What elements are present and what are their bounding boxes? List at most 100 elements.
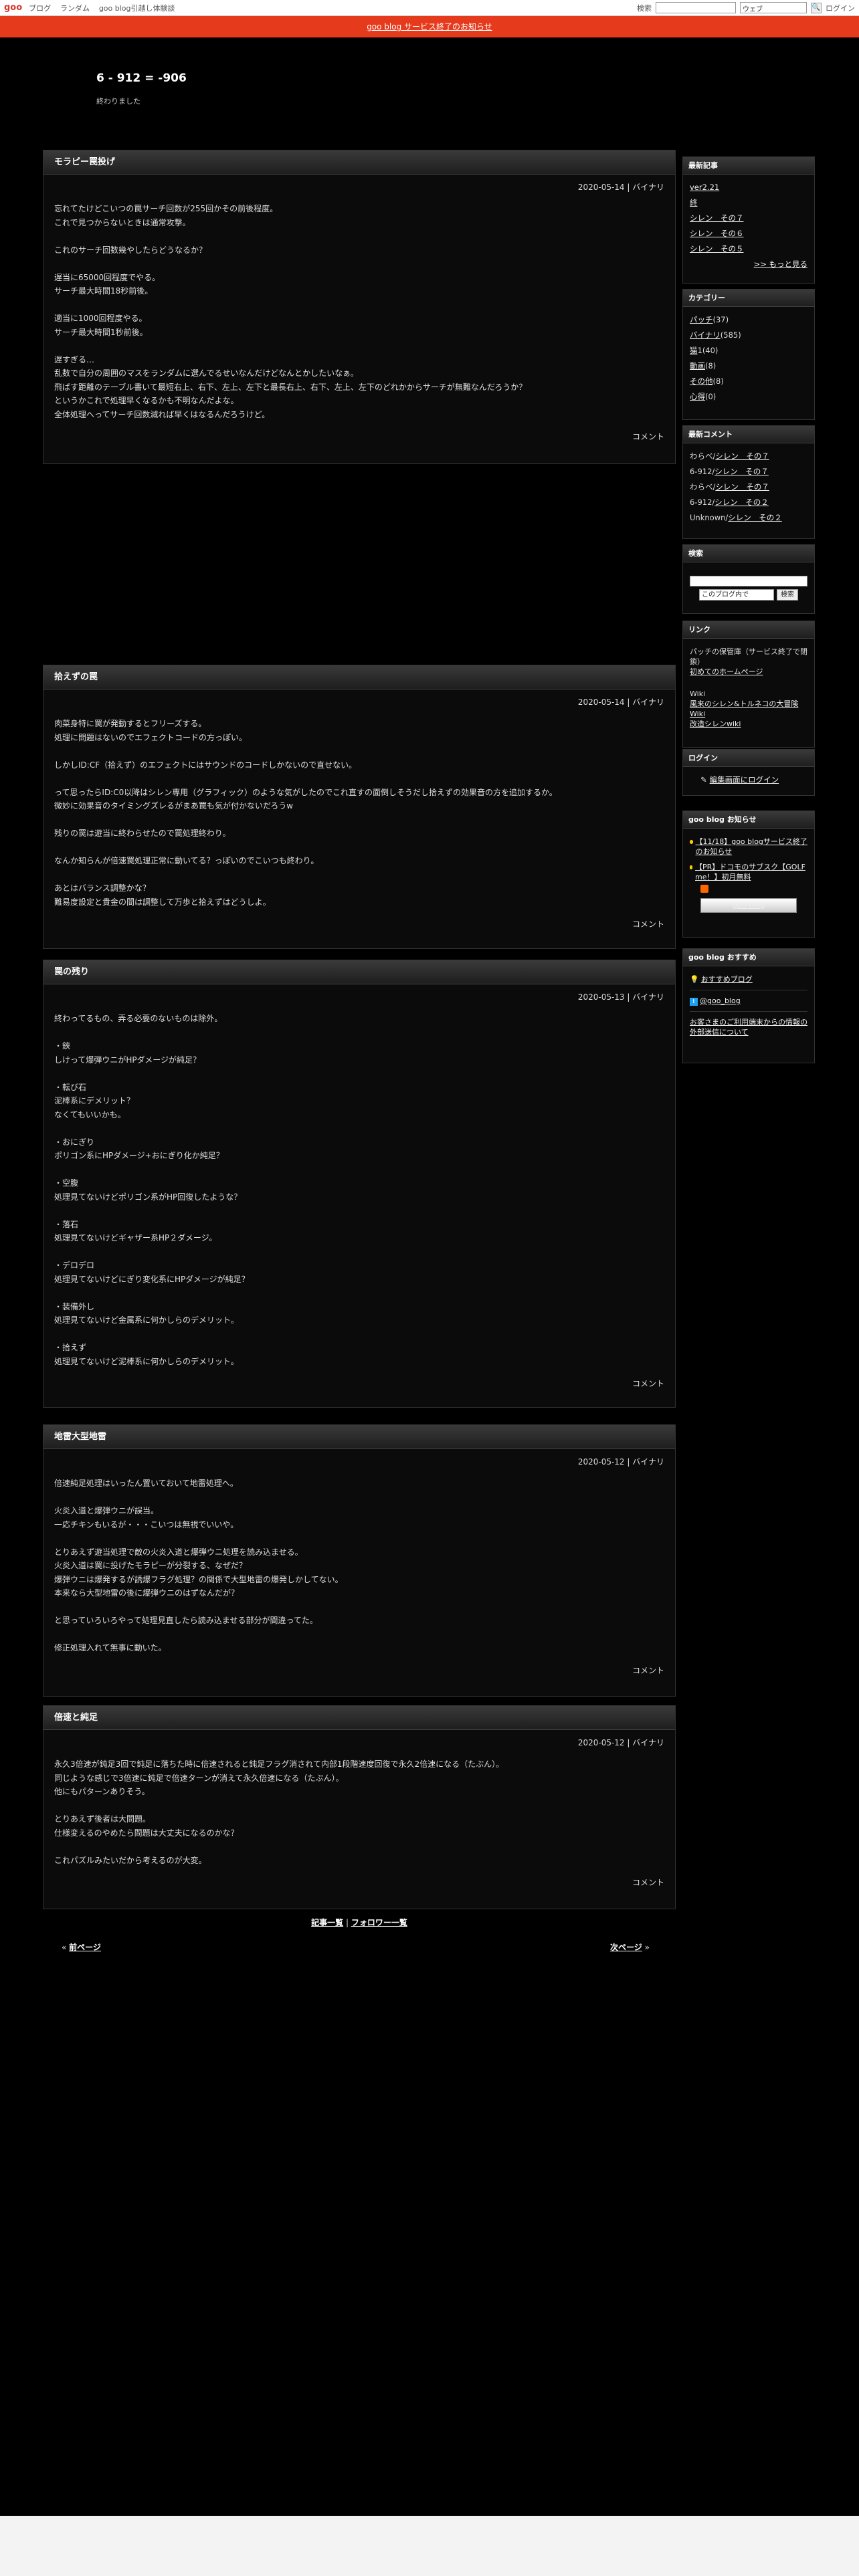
entry-body: 倍速純足処理はいったん置いておいて地雷処理へ。 火炎入道と爆弾ウニが誤当。 一応… (54, 1479, 343, 1652)
top-search-input[interactable] (656, 2, 736, 13)
twitter-link[interactable]: @goo_blog (700, 996, 741, 1005)
category-link[interactable]: その他 (690, 377, 713, 386)
top-link-migration[interactable]: goo blog引越し体験談 (99, 4, 175, 13)
mod-wiki-link[interactable]: 改造シレンwiki (690, 720, 741, 728)
article-list-link[interactable]: 記事一覧 (311, 1918, 343, 1927)
entry-comment-link[interactable]: コメント (43, 1368, 675, 1398)
search-button[interactable]: 検索 (777, 589, 798, 601)
top-link-blog[interactable]: ブログ (29, 4, 51, 13)
recent-article-link[interactable]: ver2.21 (690, 183, 719, 192)
bullet-icon (690, 840, 693, 844)
category-count: (0) (705, 392, 717, 401)
comment-author: Unknown/ (690, 513, 729, 522)
page-footer-band (0, 2516, 859, 2576)
edit-login-link[interactable]: 編集画面にログイン (710, 775, 779, 784)
category-title: カテゴリー (683, 290, 814, 307)
entry-title[interactable]: 拾えずの罠 (43, 665, 675, 689)
comment-post-link[interactable]: シレン その２ (728, 513, 782, 522)
recommend-list: 💡 おすすめブログ t @goo_blog お客さまのご利用端末からの情報の外部送信… (683, 966, 814, 1043)
goo-blog-button[interactable]: goo blog (700, 898, 797, 913)
category-link[interactable]: 猫 (690, 346, 698, 355)
entry-meta: 2020-05-12 | バイナリ (577, 1457, 664, 1467)
follower-list-link[interactable]: フォロワー一覧 (351, 1918, 407, 1927)
recent-article-link[interactable]: シレン その６ (690, 229, 744, 238)
entry-body: 永久3倍速が鈍足3回で鈍足に落ちた時に倍速されると鈍足フラグ消されて内部1段階速… (54, 1759, 504, 1865)
comment-author: わらべ/ (690, 451, 716, 461)
entry-title[interactable]: 罠の残り (43, 960, 675, 984)
entry: 拾えずの罠 2020-05-14 | バイナリ 肉菜身特に罠が発動するとフリーズ… (43, 665, 676, 949)
next-page-link[interactable]: 次ページ (610, 1943, 642, 1952)
entry-comment-link[interactable]: コメント (43, 909, 675, 939)
entry-meta: 2020-05-13 | バイナリ (577, 992, 664, 1002)
comment-author: わらべ/ (690, 482, 716, 492)
entry-title[interactable]: 倍速と純足 (43, 1706, 675, 1730)
entry: 倍速と純足 2020-05-12 | バイナリ 永久3倍速が鈍足3回で鈍足に落ち… (43, 1705, 676, 1909)
search-title: 検索 (683, 545, 814, 562)
entry-comment-link[interactable]: コメント (43, 421, 675, 451)
wiki-link[interactable]: 風来のシレン&トルネコの大冒険 Wiki (690, 700, 798, 718)
pager-next: 次ページ » (610, 1941, 650, 1953)
twitter-icon: t (690, 998, 698, 1006)
top-link-random[interactable]: ランダム (60, 4, 90, 13)
category-link[interactable]: 心得 (690, 392, 705, 401)
entry: モラピー罠投げ 2020-05-14 | バイナリ 忘れてたけどこいつの罠サーチ… (43, 150, 676, 464)
pager-prev: « 前ページ (62, 1941, 101, 1953)
recent-comments-box: 最新コメント わらべ/シレン その７ 6-912/シレン その７ わらべ/シレン… (682, 425, 815, 539)
search-form: このブログ内で 検索 (683, 562, 814, 606)
more-articles-link[interactable]: >> もっと見る (754, 259, 807, 269)
entry-comment-link[interactable]: コメント (43, 1655, 675, 1685)
next-mark: » (644, 1943, 650, 1952)
news-link[interactable]: 【PR】ドコモのサブスク【GOLF me！】初月無料 (695, 862, 807, 882)
recommend-box: goo blog おすすめ 💡 おすすめブログ t @goo_blog お客さまのご… (682, 948, 815, 1063)
service-notice-link[interactable]: goo blog サービス終了のお知らせ (367, 22, 492, 31)
entry-comment-link[interactable]: コメント (43, 1867, 675, 1897)
entry-title[interactable]: 地雷大型地雷 (43, 1425, 675, 1449)
category-link[interactable]: 動画 (690, 361, 705, 370)
recent-comments-title: 最新コメント (683, 426, 814, 443)
entry-title[interactable]: モラピー罠投げ (43, 150, 675, 175)
entry-meta: 2020-05-14 | バイナリ (577, 183, 664, 192)
search-icon[interactable]: 🔍 (811, 2, 822, 13)
rss-icon[interactable] (700, 885, 708, 893)
link-note: Wiki (690, 689, 706, 698)
entry: 罠の残り 2020-05-13 | バイナリ 終わってるもの、弄る必要のないもの… (43, 960, 676, 1408)
prev-page-link[interactable]: 前ページ (69, 1943, 101, 1952)
entry-body: 忘れてたけどこいつの罠サーチ回数が255回かその前後程度。 これで見つからないと… (54, 204, 527, 419)
blog-title[interactable]: 6 - 912 = -906 (96, 72, 187, 85)
news-link[interactable]: 【11/18】goo blogサービス終了のお知らせ (696, 837, 807, 857)
privacy-info-link[interactable]: お客さまのご利用端末からの情報の外部送信について (690, 1018, 807, 1037)
login-box: ログイン ✎ 編集画面にログイン (682, 749, 815, 796)
comment-post-link[interactable]: シレン その７ (715, 451, 769, 461)
search-input[interactable] (690, 576, 807, 586)
login-body: ✎ 編集画面にログイン (683, 767, 814, 793)
recent-articles-list: ver2.21 終 シレン その７ シレン その６ シレン その５ >> もっと… (683, 175, 814, 278)
entry-meta: 2020-05-14 | バイナリ (577, 697, 664, 707)
goo-logo[interactable]: goo (4, 3, 22, 13)
recent-article-link[interactable]: 終 (690, 198, 698, 207)
goo-news-list: 【11/18】goo blogサービス終了のお知らせ 【PR】ドコモのサブスク【… (683, 829, 814, 918)
prev-mark: « (62, 1943, 67, 1952)
top-search: 検索 ウェブ 🔍 ログイン (637, 2, 855, 13)
category-list: パッチ(37) バイナリ(585) 猫1(40) 動画(8) その他(8) 心得… (683, 307, 814, 410)
category-link[interactable]: パッチ (690, 315, 713, 324)
homepage-link[interactable]: 初めてのホームページ (690, 667, 763, 676)
recommended-blog-link[interactable]: おすすめブログ (701, 975, 753, 984)
recent-article-link[interactable]: シレン その７ (690, 213, 744, 223)
recent-article-link[interactable]: シレン その５ (690, 244, 744, 253)
recent-articles-box: 最新記事 ver2.21 終 シレン その７ シレン その６ シレン その５ >… (682, 156, 815, 284)
category-count: (37) (712, 315, 729, 324)
goo-news-title: goo blog お知らせ (683, 811, 814, 829)
comment-post-link[interactable]: シレン その７ (715, 482, 769, 492)
recent-articles-title: 最新記事 (683, 157, 814, 175)
blog-description: 終わりました (96, 97, 140, 106)
category-link[interactable]: バイナリ (690, 330, 721, 340)
category-box: カテゴリー パッチ(37) バイナリ(585) 猫1(40) 動画(8) その他… (682, 289, 815, 420)
top-search-label: 検索 (637, 3, 652, 13)
comment-post-link[interactable]: シレン その７ (714, 467, 769, 476)
search-scope-select[interactable]: このブログ内で (699, 589, 774, 601)
entry-body: 終わってるもの、弄る必要のないものは除外。 ・鋏 しけって爆弾ウニがHPダメージ… (54, 1014, 250, 1366)
pager-center: 記事一覧 | フォロワー一覧 (43, 1917, 676, 1928)
top-login-link[interactable]: ログイン (826, 3, 855, 13)
top-search-select[interactable]: ウェブ (740, 2, 807, 13)
comment-post-link[interactable]: シレン その２ (714, 498, 769, 507)
